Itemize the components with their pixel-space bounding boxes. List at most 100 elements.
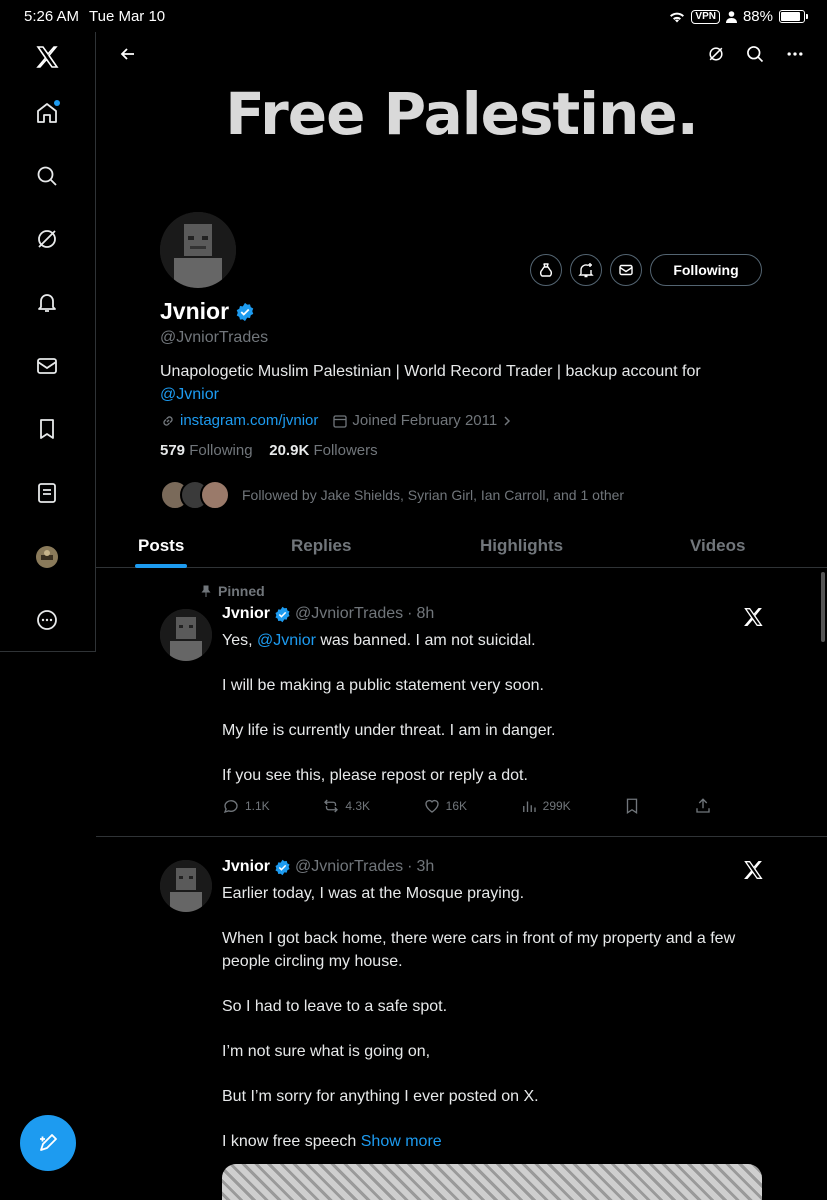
post-paragraph-last: I know free speech Show more xyxy=(222,1130,752,1153)
scrollbar[interactable] xyxy=(821,572,825,642)
verified-badge-icon xyxy=(275,859,290,875)
followers-count-link[interactable]: 20.9K Followers xyxy=(269,442,377,459)
post-paragraph: So I had to leave to a safe spot. xyxy=(222,998,448,1015)
post-author-handle[interactable]: @JvniorTrades xyxy=(295,605,403,623)
x-logo-icon[interactable] xyxy=(28,38,66,76)
x-logo-icon xyxy=(744,608,763,626)
mail-icon[interactable] xyxy=(28,347,66,385)
pinned-label-row: Pinned xyxy=(200,583,265,599)
repost-count: 4.3K xyxy=(345,799,371,813)
avatar-image xyxy=(160,860,212,912)
post-text: Earlier today, I was at the Mosque prayi… xyxy=(222,882,752,1175)
post-avatar[interactable] xyxy=(160,860,212,912)
bell-plus-icon xyxy=(578,263,594,278)
profile-main: Free Palestine. Following Jvnior @Jvnior… xyxy=(96,32,827,1200)
bookmark-icon[interactable] xyxy=(28,410,66,448)
post-pinned[interactable]: Pinned Jvnior @JvniorTrades · 8h Yes, @J… xyxy=(96,569,827,837)
share-icon xyxy=(696,798,710,813)
profile-handle: @JvniorTrades xyxy=(160,329,269,346)
followed-by-row[interactable]: Followed by Jake Shields, Syrian Girl, I… xyxy=(160,480,624,510)
back-button[interactable] xyxy=(112,38,144,70)
follow-counts: 579 Following 20.9K Followers xyxy=(160,442,378,459)
website-item[interactable]: instagram.com/jvnior xyxy=(160,412,318,429)
joined-date: Joined February 2011 xyxy=(352,412,498,429)
pin-icon xyxy=(201,585,211,597)
post-paragraph: Yes, @Jvnior was banned. I am not suicid… xyxy=(222,629,782,652)
compose-icon xyxy=(40,1134,57,1151)
post-paragraph: My life is currently under threat. I am … xyxy=(222,722,556,739)
home-icon[interactable] xyxy=(28,94,66,132)
compose-button[interactable] xyxy=(20,1115,76,1171)
post-paragraph: Earlier today, I was at the Mosque prayi… xyxy=(222,885,525,902)
show-more-link[interactable]: Show more xyxy=(361,1133,442,1150)
bio-mention-link[interactable]: @Jvnior xyxy=(160,386,219,403)
more-icon[interactable] xyxy=(28,601,66,639)
post-media-image[interactable] xyxy=(222,1164,762,1200)
notification-dot xyxy=(54,100,60,106)
view-count: 299K xyxy=(542,799,571,813)
analytics-icon xyxy=(522,801,536,812)
search-profile-button[interactable] xyxy=(739,38,771,70)
profile-avatar-large[interactable] xyxy=(160,212,236,288)
grok-analyze-button[interactable] xyxy=(700,38,732,70)
tab-posts[interactable]: Posts xyxy=(138,536,184,556)
verified-badge-icon xyxy=(275,606,290,622)
post-text-segment: was banned. I am not suicidal. xyxy=(315,632,536,649)
post-time[interactable]: 8h xyxy=(416,605,434,623)
profile-avatar[interactable] xyxy=(28,538,66,576)
post-avatar[interactable] xyxy=(160,609,212,661)
post-author-name[interactable]: Jvnior xyxy=(222,858,270,876)
mention-link[interactable]: @Jvnior xyxy=(257,632,316,649)
avatar-image xyxy=(160,609,212,661)
follower-avatar xyxy=(200,480,230,510)
post-separator: · xyxy=(407,605,413,622)
tab-highlights[interactable]: Highlights xyxy=(480,536,563,556)
bell-icon[interactable] xyxy=(28,283,66,321)
grok-icon[interactable] xyxy=(28,220,66,258)
sidebar-nav xyxy=(0,32,96,652)
tab-replies[interactable]: Replies xyxy=(291,536,351,556)
post-author-handle[interactable]: @JvniorTrades xyxy=(295,858,403,876)
message-button[interactable] xyxy=(610,254,642,286)
lists-icon[interactable] xyxy=(28,474,66,512)
post-paragraph: But I’m sorry for anything I ever posted… xyxy=(222,1088,539,1105)
following-label: Following xyxy=(189,442,253,459)
post-paragraph: If you see this, please repost or reply … xyxy=(222,767,528,784)
repost-button[interactable]: 4.3K xyxy=(322,797,370,815)
profile-meta: instagram.com/jvnior Joined February 201… xyxy=(160,412,527,429)
notify-button[interactable] xyxy=(570,254,602,286)
profile-tabs: Posts Replies Highlights Videos xyxy=(96,522,827,568)
post[interactable]: Jvnior @JvniorTrades · 3h Earlier today,… xyxy=(96,838,827,1200)
post-paragraph: I’m not sure what is going on, xyxy=(222,1043,431,1060)
chevron-right-icon[interactable] xyxy=(501,415,513,427)
bookmark-button[interactable] xyxy=(623,797,641,815)
post-actions: 1.1K 4.3K 16K 299K xyxy=(222,797,712,815)
website-link[interactable]: instagram.com/jvnior xyxy=(180,412,318,429)
tab-videos[interactable]: Videos xyxy=(690,536,745,556)
search-icon xyxy=(747,46,764,63)
avatar-image xyxy=(160,212,236,288)
share-button[interactable] xyxy=(694,797,712,815)
search-icon[interactable] xyxy=(28,157,66,195)
tip-button[interactable] xyxy=(530,254,562,286)
joined-item: Joined February 2011 xyxy=(332,412,513,429)
ellipsis-icon xyxy=(787,52,803,56)
reply-count: 1.1K xyxy=(245,799,270,813)
link-icon xyxy=(163,415,173,426)
vpn-badge: VPN xyxy=(691,9,720,24)
post-text: Yes, @Jvnior was banned. I am not suicid… xyxy=(222,629,782,809)
views-button[interactable]: 299K xyxy=(520,797,571,815)
post-author-name[interactable]: Jvnior xyxy=(222,605,270,623)
like-count: 16K xyxy=(445,799,468,813)
reply-button[interactable]: 1.1K xyxy=(222,797,270,815)
like-button[interactable]: 16K xyxy=(423,797,467,815)
status-indicators: VPN 88% xyxy=(669,8,808,25)
battery-percent: 88% xyxy=(742,8,773,25)
more-options-button[interactable] xyxy=(779,38,811,70)
calendar-icon xyxy=(333,414,348,428)
verified-badge-icon[interactable] xyxy=(235,302,255,322)
following-button[interactable]: Following xyxy=(650,254,762,286)
post-time[interactable]: 3h xyxy=(416,858,434,876)
following-count-link[interactable]: 579 Following xyxy=(160,442,253,459)
status-bar: 5:26 AM Tue Mar 10 VPN 88% xyxy=(0,0,827,32)
